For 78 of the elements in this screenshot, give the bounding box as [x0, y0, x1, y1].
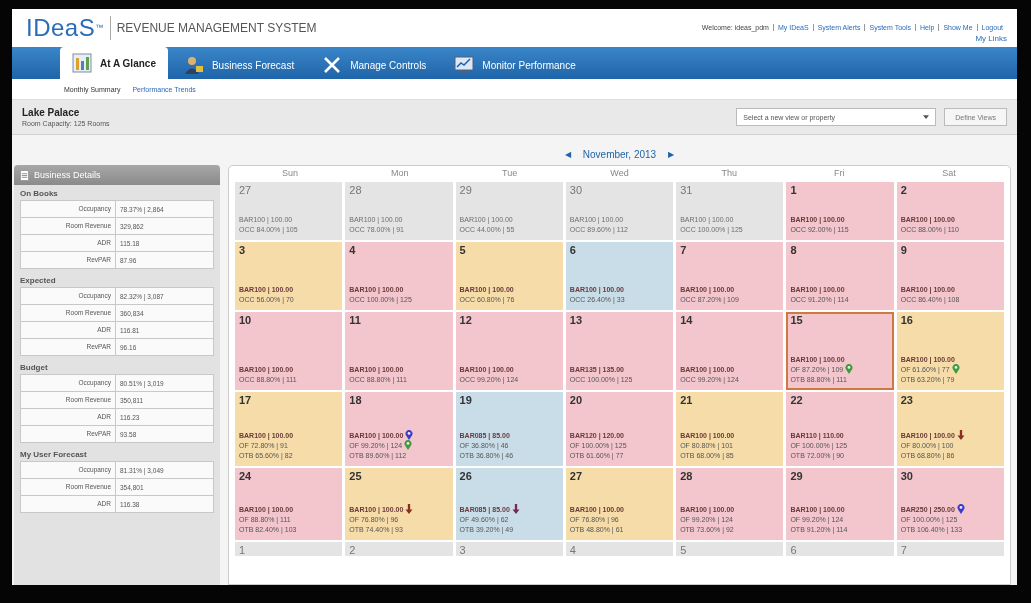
chart-icon [72, 53, 92, 73]
property-name: Lake Palace [22, 107, 81, 118]
weekday-label: Thu [720, 168, 739, 178]
nav-tab[interactable]: Manage Controls [310, 51, 439, 79]
day-number: 29 [459, 184, 473, 196]
nav-tab[interactable]: Business Forecast [171, 51, 307, 79]
day-number: 1 [239, 544, 247, 556]
day-number: 2 [349, 544, 357, 556]
day-cell[interactable]: 3 [455, 542, 563, 556]
person-icon [183, 55, 204, 75]
weekday-label: Mon [390, 168, 410, 178]
day-cell[interactable]: 5 [676, 542, 784, 556]
monitor-icon [454, 55, 475, 75]
day-cell[interactable]: 1 [235, 542, 343, 556]
day-number: 19 [459, 394, 473, 406]
day-number: 20 [569, 394, 584, 406]
day-number: 22 [790, 394, 804, 406]
nav-tab[interactable]: At A Glance [60, 47, 168, 79]
day-number: 3 [239, 244, 247, 256]
day-number: 13 [569, 314, 584, 326]
day-number: 16 [900, 314, 914, 326]
day-number: 23 [900, 394, 914, 406]
day-number: 27 [239, 184, 253, 196]
day-cell[interactable]: 4 [565, 542, 674, 556]
day-number: 5 [459, 244, 467, 256]
document-icon [20, 169, 29, 181]
day-number: 6 [569, 244, 577, 256]
month-title: November, 2013 [582, 148, 657, 160]
day-cell[interactable]: 6 [786, 542, 894, 556]
weekday-label: Sun [280, 168, 299, 178]
day-number: 18 [349, 394, 363, 406]
panel-title: Business Details [34, 170, 101, 180]
day-number: 7 [680, 244, 688, 256]
day-number: 9 [900, 244, 908, 256]
day-number: 28 [349, 184, 363, 196]
section-title: Expected [20, 275, 57, 287]
day-number: 5 [680, 544, 688, 556]
day-cell[interactable]: 2 [345, 542, 453, 556]
next-month-button[interactable]: ▶ [668, 149, 675, 159]
caret-icon [923, 115, 930, 119]
logo: IDeaS$^{™}$ [26, 16, 111, 40]
weekday-label: Fri [832, 168, 846, 178]
day-cell[interactable]: 7 [896, 542, 1004, 556]
day-number: 24 [239, 470, 253, 482]
day-number: 26 [459, 470, 473, 482]
day-number: 2 [900, 184, 908, 196]
section-title: My User Forecast [20, 449, 88, 461]
my-links-link[interactable]: My Links [975, 33, 1007, 43]
day-number: 11 [349, 314, 362, 326]
day-number: 27 [569, 470, 584, 482]
day-number: 1 [790, 184, 798, 196]
day-number: 10 [239, 314, 253, 326]
section-title: On Books [20, 188, 59, 200]
day-number: 28 [680, 470, 694, 482]
section-title: Budget [20, 362, 49, 374]
previous-month-button[interactable]: ◀ [564, 149, 571, 159]
nav-tab[interactable]: Monitor Performance [442, 51, 588, 79]
day-number: 25 [349, 470, 363, 482]
day-number: 30 [569, 184, 584, 196]
weekday-label: Sat [941, 168, 957, 178]
weekday-label: Wed [609, 168, 630, 178]
day-number: 4 [349, 244, 357, 256]
day-number: 30 [900, 470, 914, 482]
day-number: 4 [569, 544, 577, 556]
weekday-label: Tue [501, 168, 519, 178]
day-number: 7 [900, 544, 908, 556]
day-number: 3 [459, 544, 467, 556]
tools-icon [322, 55, 343, 75]
day-number: 31 [680, 184, 694, 196]
day-number: 17 [239, 394, 253, 406]
day-number: 15 [790, 314, 804, 326]
day-number: 12 [459, 314, 473, 326]
day-number: 29 [790, 470, 804, 482]
day-number: 6 [790, 544, 798, 556]
day-number: 8 [790, 244, 798, 256]
product-title: REVENUE MANAGEMENT SYSTEM [116, 21, 317, 35]
day-number: 14 [680, 314, 694, 326]
day-number: 21 [680, 394, 694, 406]
